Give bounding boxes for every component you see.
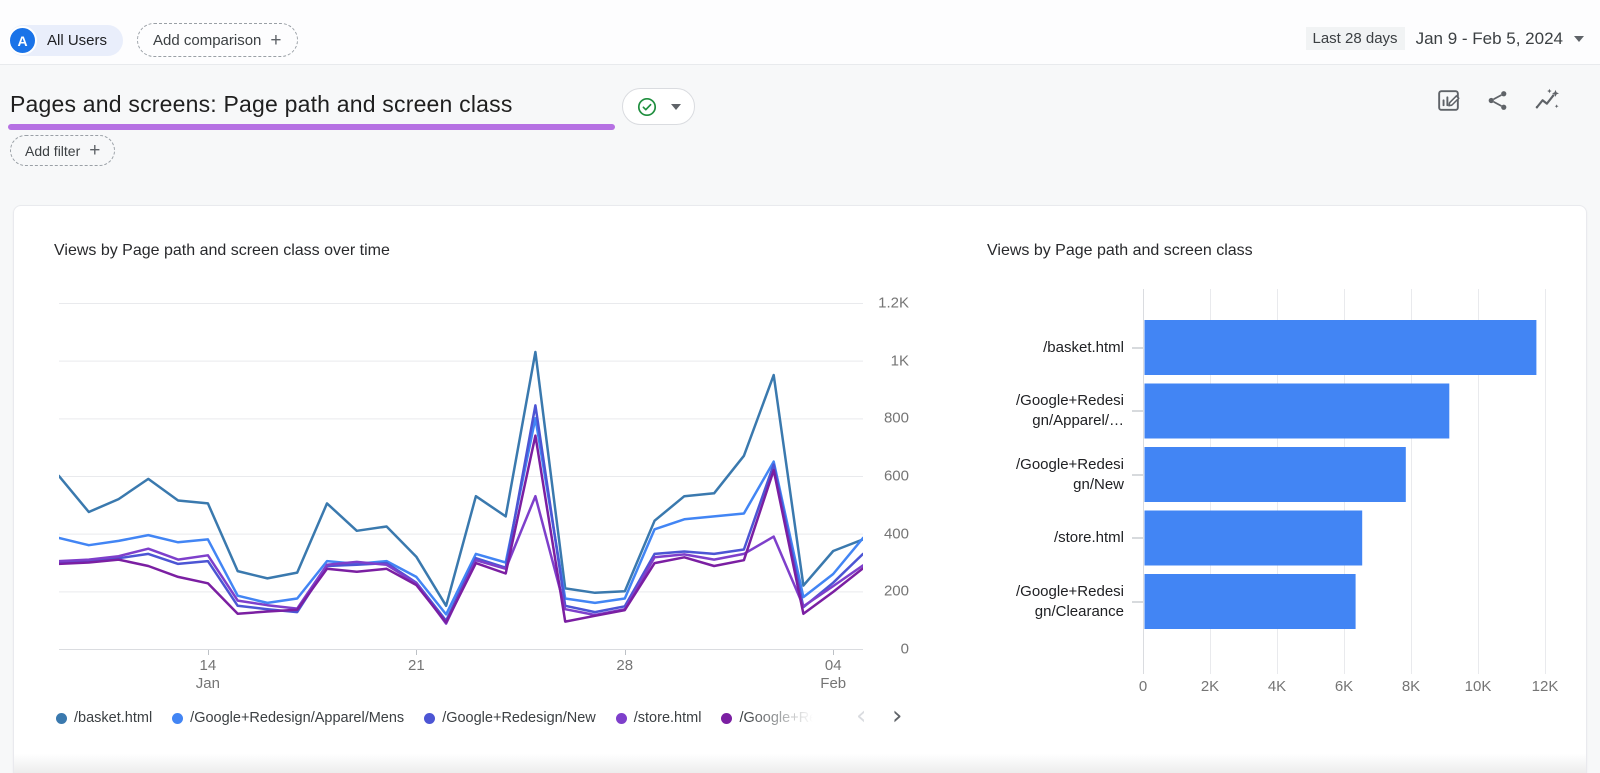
x-axis-label: 12K [1520,678,1570,695]
bar-chart-plot[interactable] [1143,289,1555,674]
category-axis-tick [1132,537,1143,539]
bar[interactable] [1145,447,1406,502]
add-filter-button[interactable]: Add filter + [10,135,115,166]
x-axis-label: 0 [1118,678,1168,695]
chevron-down-icon [1574,36,1584,42]
x-axis-label: 10K [1453,678,1503,695]
line-series [59,352,863,606]
legend-label: /Google+Redesign/New [442,710,596,726]
add-comparison-button[interactable]: Add comparison + [137,23,298,57]
bar[interactable] [1145,384,1450,439]
bar-category-label: /Google+Redesign/New [1012,454,1124,495]
y-axis-label: 400 [863,525,909,542]
y-axis-label: 600 [863,468,909,485]
x-axis-tick [833,650,834,655]
line-series [59,436,863,623]
bar[interactable] [1145,320,1537,375]
legend-label: /Google+Redesign/Apparel/Mens [190,710,404,726]
y-axis-label: 800 [863,410,909,427]
line-chart-title: Views by Page path and screen class over… [54,242,390,260]
report-status-dropdown[interactable] [622,88,695,125]
x-axis-tick [625,650,626,655]
legend-dot-icon [721,713,732,724]
x-axis-label: 4K [1252,678,1302,695]
category-axis-tick [1132,474,1143,476]
y-axis-label: 1K [863,352,909,369]
x-axis-label: 21 [386,657,446,675]
segment-chip-all-users[interactable]: A All Users [8,25,123,56]
legend-item: /basket.html [56,710,152,726]
x-axis-label: 28 [595,657,655,675]
chevron-down-icon [671,104,681,110]
legend-label: /store.html [634,710,702,726]
page-title: Pages and screens: Page path and screen … [10,91,513,118]
line-series [59,418,863,614]
customize-report-icon[interactable] [1435,87,1462,114]
bar-category-label: /Google+Redesign/Apparel/… [1012,391,1124,432]
date-range-value: Jan 9 - Feb 5, 2024 [1416,29,1563,49]
legend-prev-icon[interactable]: ‹ [856,700,866,732]
x-axis-label: 6K [1319,678,1369,695]
bar[interactable] [1145,511,1363,566]
category-axis-tick [1132,347,1143,349]
legend-item: /Google+Redesign/New [424,710,596,726]
bar-chart-title: Views by Page path and screen class [987,242,1253,260]
legend-fade [744,702,830,734]
legend-dot-icon [424,713,435,724]
legend-item: /store.html [616,710,702,726]
add-filter-label: Add filter [25,143,80,159]
annotation-underline [8,124,615,130]
x-axis-label: 2K [1185,678,1235,695]
x-axis-tick [208,650,209,655]
x-axis-tick [416,650,417,655]
legend-label: /basket.html [74,710,152,726]
legend-dot-icon [616,713,627,724]
line-chart-plot[interactable] [59,291,863,651]
topbar: A All Users Add comparison + Last 28 day… [0,0,1600,65]
bar-category-label: /Google+Redesign/Clearance [1012,581,1124,622]
bar-category-label: /store.html [1012,528,1124,548]
x-axis-label: 04Feb [803,657,863,693]
share-icon[interactable] [1484,87,1511,114]
plus-icon: + [270,31,281,50]
category-axis-tick [1132,410,1143,412]
bar-category-label: /basket.html [1012,337,1124,357]
card-bottom-fade [14,754,1586,773]
add-comparison-label: Add comparison [153,32,261,49]
category-axis-tick [1132,601,1143,603]
legend-dot-icon [56,713,67,724]
legend-dot-icon [172,713,183,724]
date-range-picker[interactable]: Last 28 days Jan 9 - Feb 5, 2024 [1306,27,1585,50]
legend: /basket.html/Google+Redesign/Apparel/Men… [56,702,936,734]
legend-next-icon[interactable]: › [892,700,902,732]
legend-item: /Google+Redesign/Apparel/Mens [172,710,404,726]
report-actions [1435,87,1560,114]
y-axis-label: 1.2K [863,295,909,312]
plus-icon: + [89,141,100,160]
insights-icon[interactable] [1533,87,1560,114]
report-card: Views by Page path and screen class over… [13,205,1587,773]
x-axis-label: 14Jan [178,657,238,693]
avatar: A [8,26,37,55]
x-axis-label: 8K [1386,678,1436,695]
date-preset-label: Last 28 days [1306,27,1405,50]
segment-chip-label: All Users [47,32,107,49]
check-circle-icon [636,96,658,118]
y-axis-label: 0 [863,641,909,658]
bar[interactable] [1145,574,1356,629]
y-axis-label: 200 [863,583,909,600]
